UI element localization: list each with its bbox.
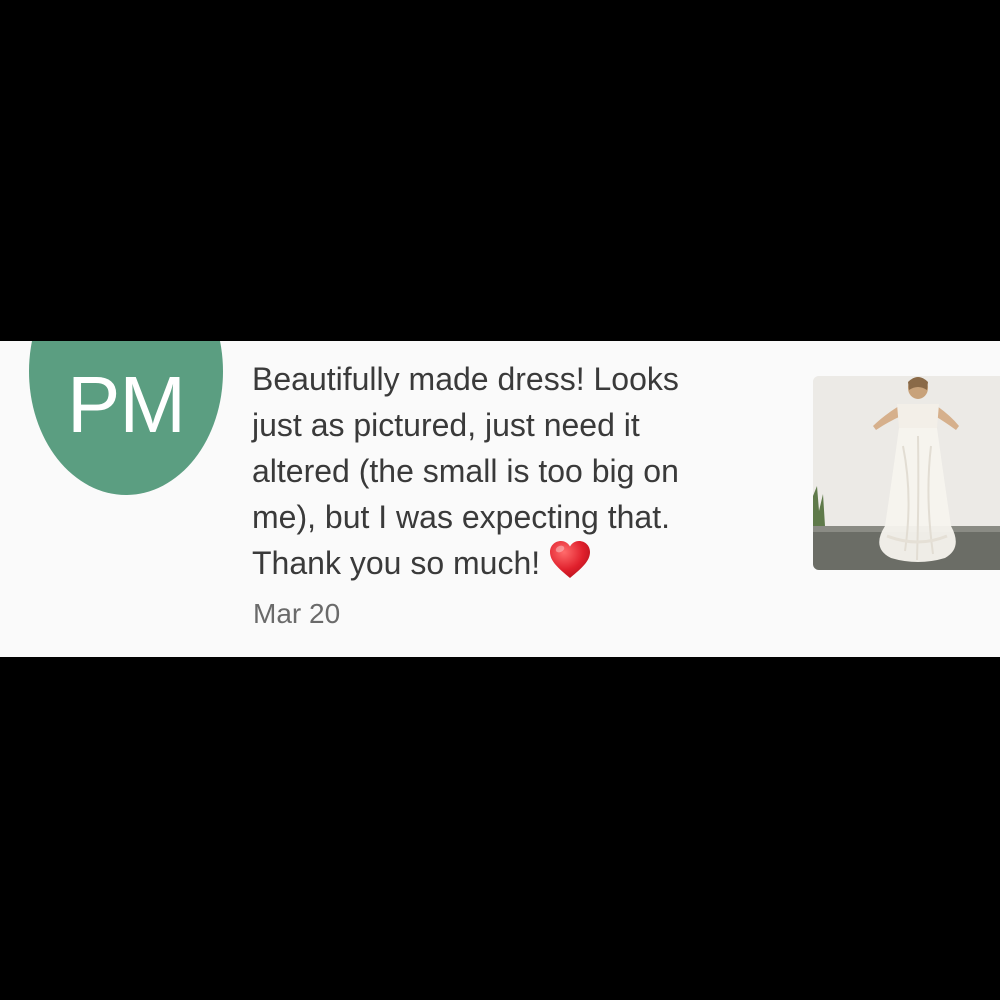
review-date: Mar 20 [253,598,341,629]
review-text-line: altered (the small is too big on [252,453,679,489]
review-photo[interactable] [813,376,1000,570]
review-card: PM Beautifully made dress! Looks just as… [0,341,1000,657]
avatar-initials: PM [67,360,186,449]
review-text-line: Thank you so much! [252,545,541,581]
dress-photo [813,376,1000,570]
avatar[interactable]: PM [29,341,223,495]
review-text: Beautifully made dress! Looks just as pi… [252,356,792,592]
heart-icon [548,540,592,592]
review-text-line: me), but I was expecting that. [252,499,670,535]
review-text-line: just as pictured, just need it [252,407,640,443]
review-text-last-line: Thank you so much! [252,540,792,592]
review-text-line: Beautifully made dress! Looks [252,361,679,397]
screen-frame: PM Beautifully made dress! Looks just as… [0,0,1000,1000]
